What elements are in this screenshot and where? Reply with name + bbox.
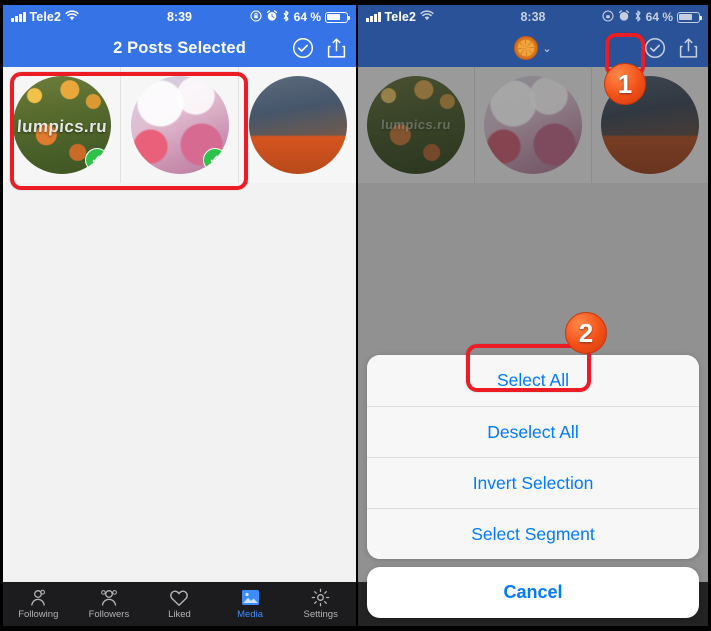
check-circle-icon[interactable] — [643, 36, 667, 60]
chevron-down-icon[interactable]: ⌄ — [542, 42, 551, 55]
nav-actions — [643, 29, 700, 67]
gear-icon — [285, 588, 356, 607]
tab-settings[interactable]: Settings — [285, 588, 356, 620]
status-bar-right: 64 % — [602, 10, 702, 24]
nav-bar: 2 Posts Selected — [3, 29, 356, 67]
tab-following[interactable]: Following — [3, 588, 74, 620]
status-bar-left: Tele2 — [11, 10, 79, 24]
bluetooth-icon — [282, 10, 290, 24]
nav-actions — [291, 29, 348, 67]
pink-clouds-photo[interactable] — [484, 76, 582, 174]
tab-label: Settings — [303, 609, 338, 620]
heart-icon — [144, 588, 215, 607]
step-badge-1: 1 — [604, 63, 646, 105]
thumbnail-cell[interactable]: lumpics.ru — [358, 67, 475, 183]
wifi-icon — [420, 10, 434, 24]
thumbnail-cell[interactable]: ✓ — [121, 67, 239, 183]
rotation-lock-icon — [602, 10, 614, 24]
invert-selection-button[interactable]: Invert Selection — [367, 457, 699, 508]
battery-icon — [325, 11, 350, 23]
tab-label: Following — [18, 609, 59, 620]
selected-check-icon: ✓ — [202, 148, 227, 172]
mushroom-forest-photo[interactable]: lumpics.ru — [367, 76, 465, 174]
share-upload-icon[interactable] — [676, 36, 700, 60]
signal-bars-icon — [11, 12, 26, 22]
wifi-icon — [65, 10, 79, 24]
orange-slice-avatar[interactable] — [514, 36, 539, 60]
thumbnail-strip: lumpics.ru ✓ ✓ — [3, 67, 356, 183]
tab-media[interactable]: Media — [215, 588, 286, 620]
thumbnail-cell[interactable]: lumpics.ru ✓ — [3, 67, 121, 183]
thumbnail-strip: lumpics.ru — [358, 67, 708, 183]
mushroom-forest-photo[interactable]: lumpics.ru ✓ — [12, 76, 111, 174]
people-group-icon — [74, 588, 145, 607]
person-pair-icon — [3, 588, 74, 607]
nav-bar: ⌄ — [358, 29, 708, 67]
check-circle-icon[interactable] — [291, 36, 315, 60]
alarm-icon — [618, 10, 630, 24]
share-upload-icon[interactable] — [324, 36, 348, 60]
carrier-label: Tele2 — [384, 10, 417, 24]
cancel-button[interactable]: Cancel — [367, 567, 699, 618]
battery-icon — [677, 11, 702, 23]
tab-label: Liked — [168, 609, 191, 620]
battery-percent-label: 64 % — [645, 10, 673, 24]
signal-bars-icon — [366, 12, 381, 22]
tab-label: Followers — [88, 609, 130, 620]
alarm-icon — [266, 10, 278, 24]
selected-check-icon: ✓ — [84, 148, 109, 172]
status-bar-right: 64 % — [250, 10, 350, 24]
page-title: 2 Posts Selected — [113, 38, 246, 57]
tab-bar: Following Followers Liked Media Settings — [3, 582, 356, 626]
right-phone-panel: Tele2 8:38 64 % ⌄ lumpics.ru Select All … — [358, 5, 708, 626]
select-segment-button[interactable]: Select Segment — [367, 508, 699, 559]
rotation-lock-icon — [250, 10, 262, 24]
status-bar: Tele2 8:38 64 % — [358, 5, 708, 29]
action-sheet: Select All Deselect All Invert Selection… — [367, 355, 699, 618]
screenshot-stage: Tele2 8:39 64 % 2 Posts Selected lumpics… — [0, 0, 711, 631]
action-sheet-options: Select All Deselect All Invert Selection… — [367, 355, 699, 559]
select-all-button[interactable]: Select All — [367, 355, 699, 406]
deselect-all-button[interactable]: Deselect All — [367, 406, 699, 457]
status-bar: Tele2 8:39 64 % — [3, 5, 356, 29]
left-phone-panel: Tele2 8:39 64 % 2 Posts Selected lumpics… — [3, 5, 356, 626]
step-badge-2: 2 — [565, 312, 607, 354]
battery-percent-label: 64 % — [293, 10, 321, 24]
thumbnail-cell[interactable] — [475, 67, 592, 183]
autumn-leaves-photo[interactable] — [248, 76, 347, 174]
tab-label: Media — [237, 609, 264, 620]
account-switcher[interactable]: ⌄ — [514, 36, 552, 60]
status-bar-left: Tele2 — [366, 10, 434, 24]
watermark-label: lumpics.ru — [380, 117, 452, 133]
carrier-label: Tele2 — [29, 10, 62, 24]
tab-followers[interactable]: Followers — [74, 588, 145, 620]
thumbnail-cell[interactable] — [239, 67, 356, 183]
pink-clouds-photo[interactable]: ✓ — [130, 76, 229, 174]
bluetooth-icon — [634, 10, 642, 24]
photo-icon — [215, 588, 286, 607]
tab-liked[interactable]: Liked — [144, 588, 215, 620]
watermark-label: lumpics.ru — [15, 117, 108, 137]
